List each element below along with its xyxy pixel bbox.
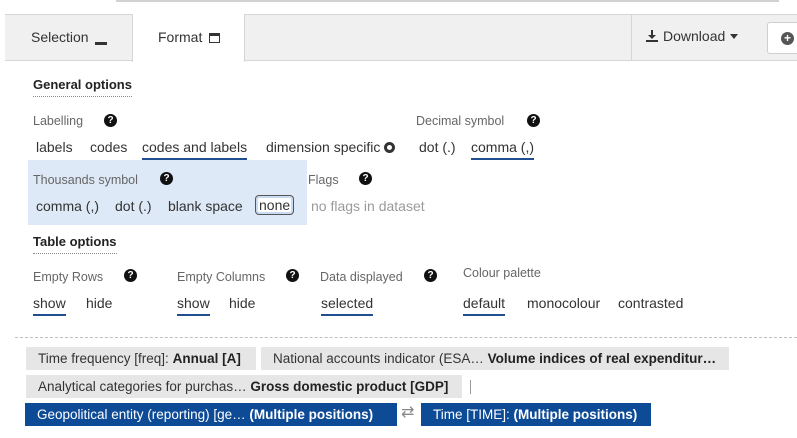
chip-value: Gross domestic product [GDP] xyxy=(250,379,449,394)
labelling-option-codes-and-labels[interactable]: codes and labels xyxy=(142,139,248,160)
download-icon xyxy=(646,30,658,42)
minimize-icon xyxy=(94,42,107,45)
caret-down-icon xyxy=(730,34,739,39)
data-displayed-help-icon[interactable]: ? xyxy=(424,269,437,282)
chip-label: Time frequency [freq]: xyxy=(38,351,169,366)
chip-geopolitical-entity[interactable]: Geopolitical entity (reporting) [ge… (Mu… xyxy=(25,403,397,426)
flags-help-icon[interactable]: ? xyxy=(359,172,372,185)
section-divider xyxy=(15,337,797,338)
general-options-title: General options xyxy=(33,77,132,97)
thousands-symbol-highlight xyxy=(28,160,307,225)
swap-arrows-icon[interactable]: ⇄ xyxy=(401,404,417,422)
colour-palette-option-monocolour[interactable]: monocolour xyxy=(527,295,600,311)
labelling-label: Labelling xyxy=(33,114,84,128)
chip-label: Analytical categories for purchas… xyxy=(38,379,247,394)
chip-value: Annual [A] xyxy=(172,351,241,366)
tab-selection[interactable]: Selection xyxy=(5,14,130,61)
empty-rows-option-show[interactable]: show xyxy=(33,295,66,316)
chip-time[interactable]: Time [TIME]: (Multiple positions) xyxy=(421,403,651,426)
decimal-symbol-help-icon[interactable]: ? xyxy=(527,114,540,127)
chip-value: (Multiple positions) xyxy=(249,407,374,422)
chip-national-accounts-indicator[interactable]: National accounts indicator (ESA… Volume… xyxy=(261,347,729,370)
labelling-option-dimension-specific[interactable]: dimension specific xyxy=(266,139,396,155)
chip-value: (Multiple positions) xyxy=(513,407,638,422)
thousands-symbol-help-icon[interactable]: ? xyxy=(160,172,173,185)
chip-value: Volume indices of real expenditur… xyxy=(487,351,717,366)
colour-palette-option-contrasted[interactable]: contrasted xyxy=(618,295,683,311)
empty-columns-help-icon[interactable]: ? xyxy=(286,269,299,282)
empty-rows-help-icon[interactable]: ? xyxy=(124,269,137,282)
thousands-option-comma[interactable]: comma (,) xyxy=(36,198,99,214)
data-displayed-label: Data displayed xyxy=(320,270,403,284)
flags-label: Flags xyxy=(308,173,339,187)
gear-icon xyxy=(384,142,396,153)
window-icon xyxy=(209,33,221,43)
empty-columns-option-hide[interactable]: hide xyxy=(229,295,255,311)
colour-palette-label: Colour palette xyxy=(463,266,541,280)
decimal-option-comma[interactable]: comma (,) xyxy=(471,139,534,160)
thousands-symbol-label: Thousands symbol xyxy=(33,173,138,187)
colour-palette-option-default[interactable]: default xyxy=(463,295,506,316)
empty-columns-option-show[interactable]: show xyxy=(177,295,210,316)
chip-label: Geopolitical entity (reporting) [ge… xyxy=(37,407,246,422)
tab-bar: Selection Format Download + xyxy=(5,14,797,62)
dimension-specific-label: dimension specific xyxy=(266,139,381,155)
chip-time-frequency[interactable]: Time frequency [freq]: Annual [A] xyxy=(26,347,256,370)
download-button[interactable]: Download xyxy=(631,14,751,61)
chip-analytical-categories[interactable]: Analytical categories for purchas… Gross… xyxy=(26,375,462,398)
thousands-option-none[interactable]: none xyxy=(255,195,295,215)
tab-format[interactable]: Format xyxy=(132,14,245,62)
add-button[interactable]: + xyxy=(767,22,797,54)
flags-value: no flags in dataset xyxy=(311,198,425,214)
labelling-help-icon[interactable]: ? xyxy=(104,114,117,127)
empty-columns-label: Empty Columns xyxy=(177,270,266,284)
top-strip xyxy=(0,0,797,14)
chip-label: Time [TIME]: xyxy=(433,407,510,422)
chip-label: National accounts indicator (ESA… xyxy=(273,351,484,366)
labelling-option-labels[interactable]: labels xyxy=(36,139,73,155)
table-options-title: Table options xyxy=(33,234,117,254)
download-label: Download xyxy=(663,28,726,44)
decimal-option-dot[interactable]: dot (.) xyxy=(419,139,456,155)
labelling-option-codes[interactable]: codes xyxy=(90,139,127,155)
top-scroll-bar xyxy=(116,0,779,2)
drop-cursor xyxy=(470,380,471,394)
empty-rows-option-hide[interactable]: hide xyxy=(86,295,112,311)
decimal-symbol-label: Decimal symbol xyxy=(416,114,505,128)
tab-format-label: Format xyxy=(158,29,203,45)
data-displayed-value[interactable]: selected xyxy=(321,295,374,316)
empty-rows-label: Empty Rows xyxy=(33,270,104,284)
plus-circle-icon: + xyxy=(781,32,794,45)
thousands-option-blank-space[interactable]: blank space xyxy=(168,198,243,214)
thousands-option-dot[interactable]: dot (.) xyxy=(115,198,152,214)
tab-selection-label: Selection xyxy=(31,29,89,45)
